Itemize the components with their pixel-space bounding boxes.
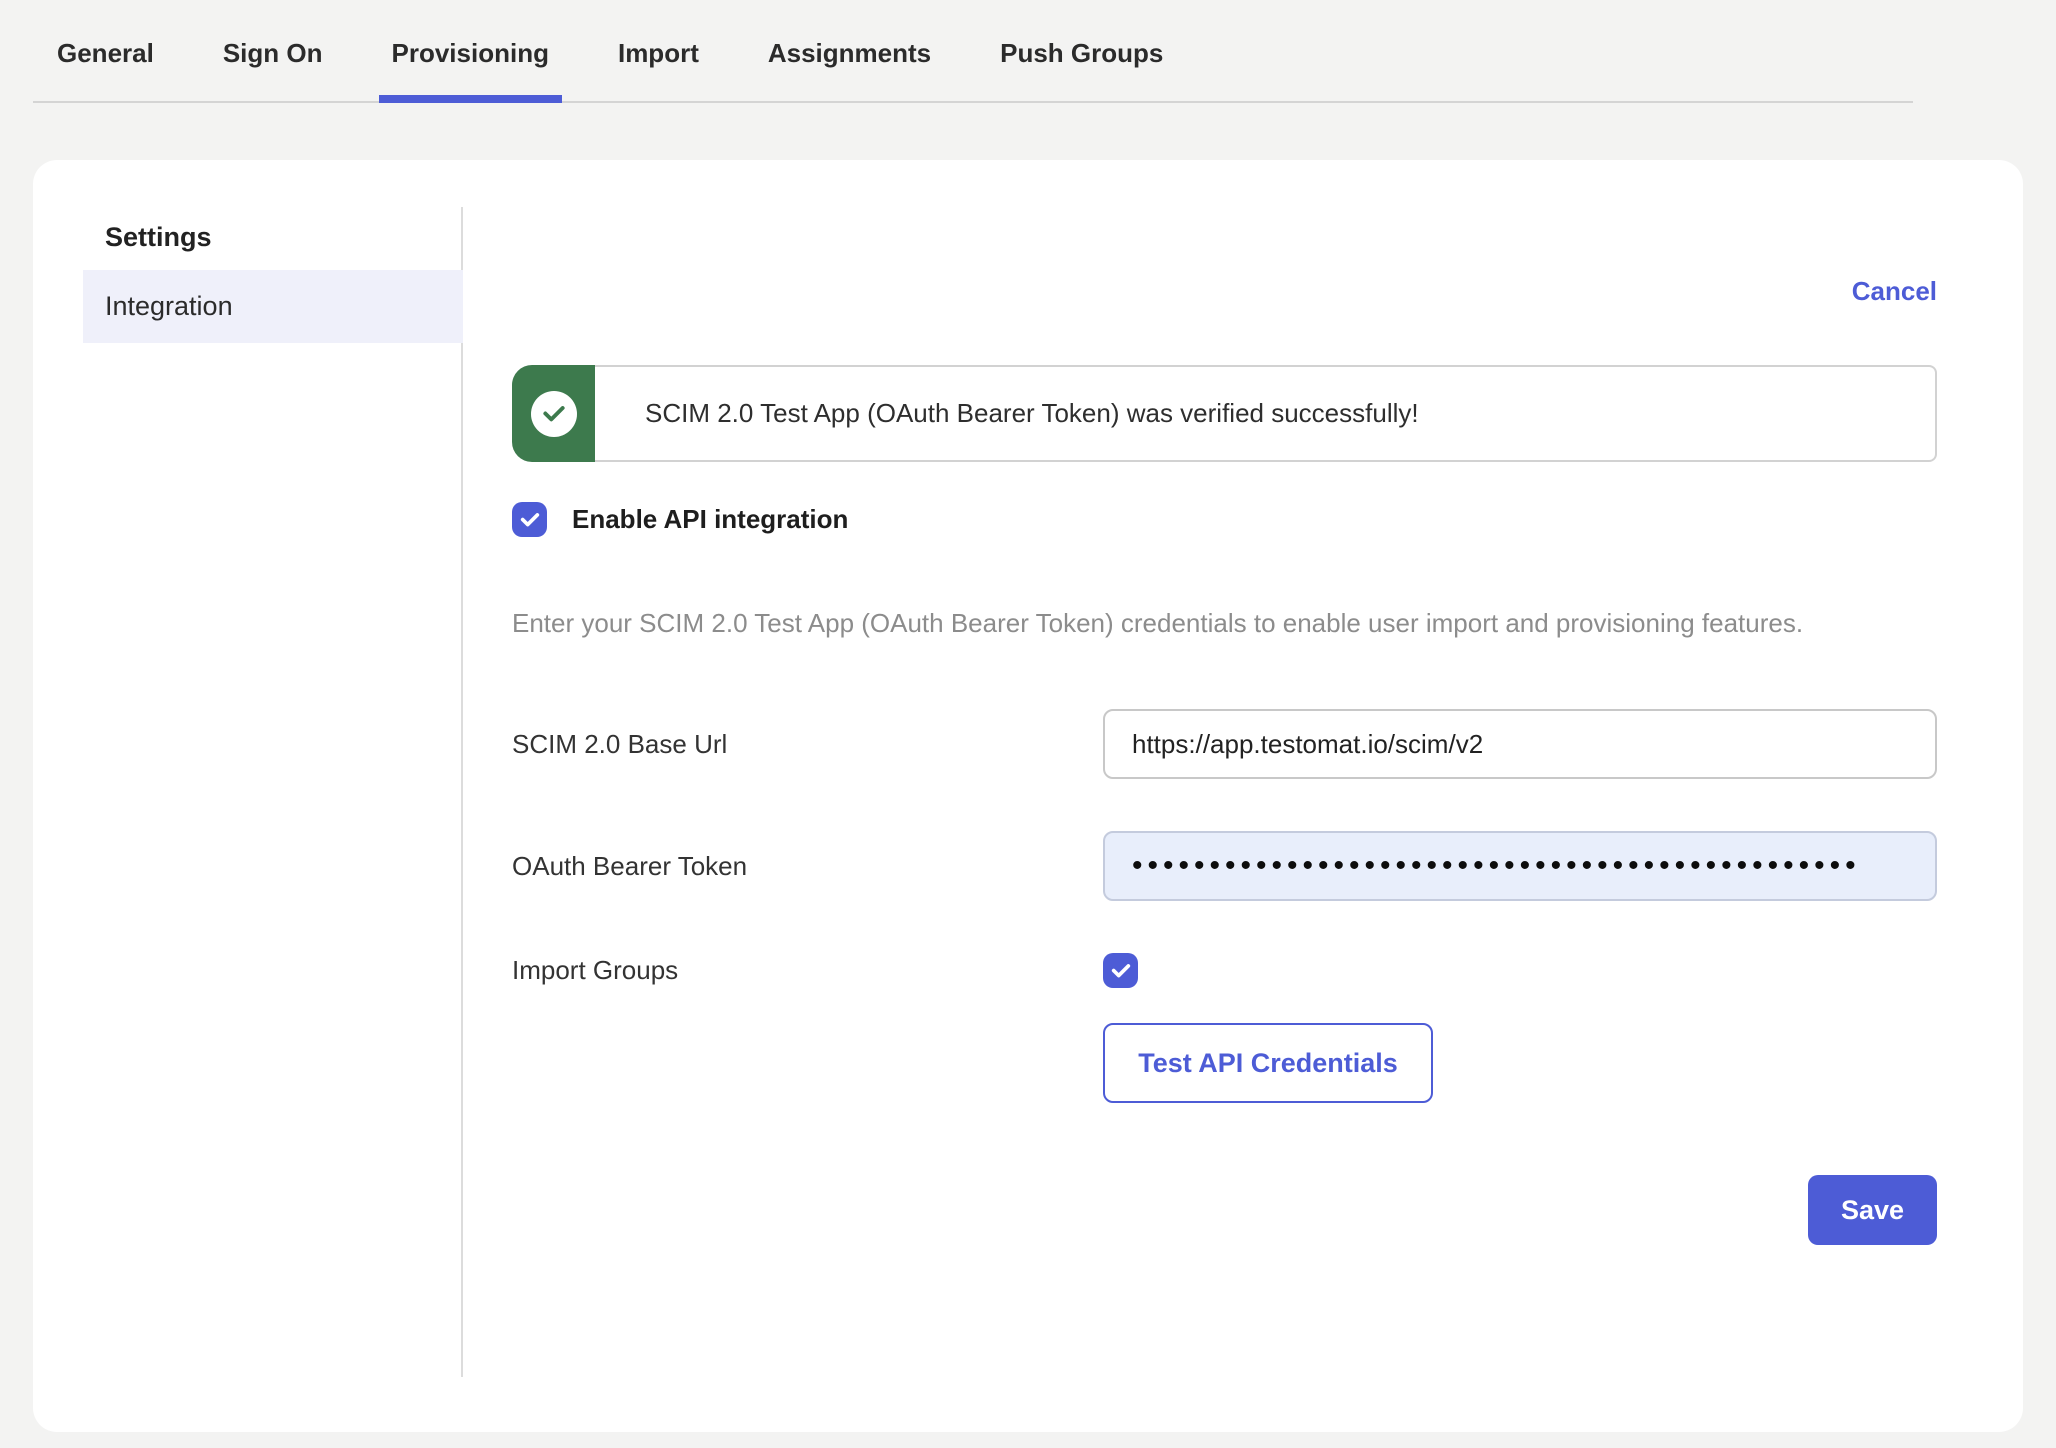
base-url-label: SCIM 2.0 Base Url (512, 729, 1103, 760)
cancel-link[interactable]: Cancel (1852, 275, 1937, 308)
check-icon (1110, 960, 1132, 982)
success-banner-message: SCIM 2.0 Test App (OAuth Bearer Token) w… (645, 398, 1419, 429)
integration-panel: Cancel SCIM 2.0 Test App (OAuth Bearer T… (463, 160, 2023, 1432)
credentials-description: Enter your SCIM 2.0 Test App (OAuth Bear… (512, 599, 1902, 647)
tab-sign-on[interactable]: Sign On (210, 0, 336, 103)
tab-general[interactable]: General (44, 0, 167, 103)
success-check-icon (531, 391, 577, 437)
import-groups-row: Import Groups (512, 953, 1937, 988)
app-tab-bar: General Sign On Provisioning Import Assi… (33, 0, 1913, 103)
base-url-row: SCIM 2.0 Base Url (512, 709, 1937, 779)
tab-push-groups[interactable]: Push Groups (987, 0, 1176, 103)
success-banner: SCIM 2.0 Test App (OAuth Bearer Token) w… (512, 365, 1937, 462)
settings-sidebar: Settings Integration (33, 207, 463, 1377)
import-groups-label: Import Groups (512, 955, 1103, 986)
enable-api-label: Enable API integration (572, 504, 848, 535)
sidebar-item-label: Integration (105, 291, 233, 322)
success-banner-accent (512, 365, 595, 462)
enable-api-checkbox[interactable] (512, 502, 547, 537)
base-url-input[interactable] (1103, 709, 1937, 779)
provisioning-card: Settings Integration Cancel SCIM 2.0 Tes… (33, 160, 2023, 1432)
token-row: OAuth Bearer Token (512, 831, 1937, 901)
success-banner-message-box: SCIM 2.0 Test App (OAuth Bearer Token) w… (595, 365, 1937, 462)
enable-api-row: Enable API integration (512, 502, 1937, 537)
tab-assignments[interactable]: Assignments (755, 0, 944, 103)
tab-import[interactable]: Import (605, 0, 712, 103)
token-input[interactable] (1103, 831, 1937, 901)
sidebar-item-integration[interactable]: Integration (83, 270, 463, 343)
sidebar-heading: Settings (105, 207, 461, 270)
token-label: OAuth Bearer Token (512, 851, 1103, 882)
import-groups-checkbox[interactable] (1103, 953, 1138, 988)
test-api-credentials-button[interactable]: Test API Credentials (1103, 1023, 1433, 1103)
tab-provisioning[interactable]: Provisioning (379, 0, 562, 103)
check-icon (519, 509, 541, 531)
save-button[interactable]: Save (1808, 1175, 1937, 1245)
